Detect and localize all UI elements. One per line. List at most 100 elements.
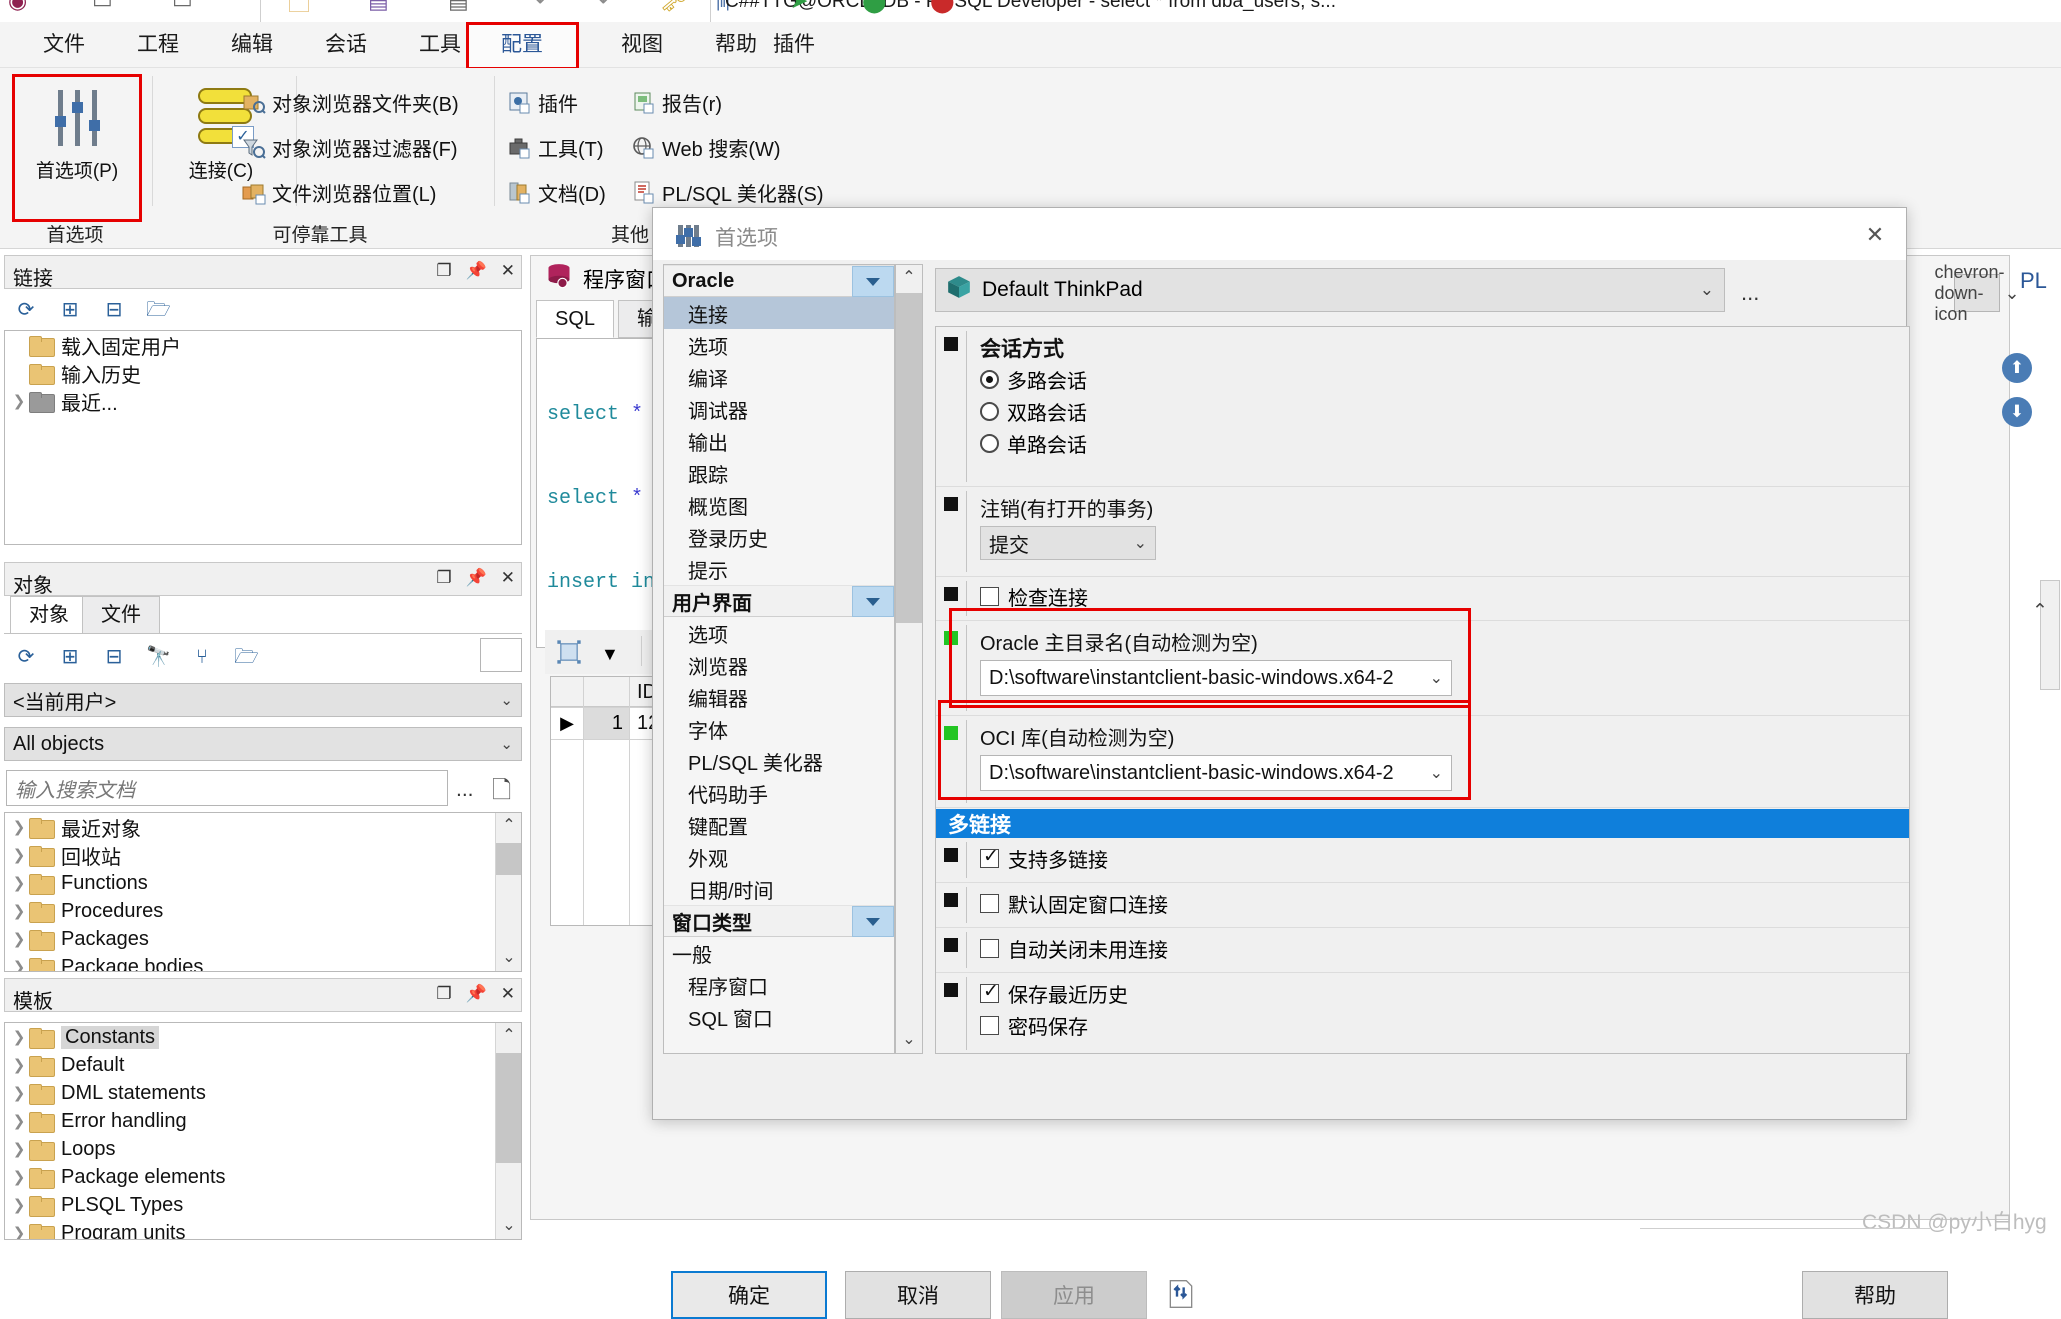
ribbon-web-search[interactable]: Web 搜索(W) — [632, 133, 781, 162]
qat-folder-icon[interactable]: 🗀 — [288, 0, 310, 22]
menu-configure[interactable]: 配置 — [466, 22, 578, 68]
nav-item-program-window[interactable]: 程序窗口 — [664, 969, 894, 1001]
nav-item-font[interactable]: 字体 — [664, 713, 894, 745]
chevron-right-icon[interactable]: ❯ — [9, 958, 29, 971]
checkbox-save-recent-history[interactable]: 保存最近历史 — [980, 977, 1899, 1009]
chevron-right-icon[interactable]: ❯ — [9, 1140, 29, 1158]
chevron-down-icon[interactable]: ▼ — [601, 644, 619, 665]
qat-run-icon[interactable]: ➤ — [790, 0, 808, 14]
radio-dual-session[interactable]: 双路会话 — [980, 395, 1899, 427]
tab-files[interactable]: 文件 — [82, 596, 160, 634]
connections-tree-item-0[interactable]: 载入固定用户 — [5, 331, 521, 359]
objects-search-input[interactable]: 输入搜索文档 — [6, 770, 448, 806]
nav-item-options[interactable]: 选项 — [664, 329, 894, 361]
templates-tree-item-0[interactable]: ❯ Constants — [5, 1023, 521, 1051]
ribbon-beautifier[interactable]: PL/SQL 美化器(S) — [632, 178, 824, 207]
nav-group-window-types-dropdown[interactable] — [852, 906, 894, 937]
chevron-right-icon[interactable]: ❯ — [9, 392, 29, 410]
menu-session[interactable]: 会话 — [300, 22, 392, 68]
checkbox-save-password[interactable]: 密码保存 — [980, 1009, 1899, 1041]
nav-group-oracle-dropdown[interactable] — [852, 266, 894, 297]
radio-single-session[interactable]: 单路会话 — [980, 427, 1899, 459]
nav-item-code-assistant[interactable]: 代码助手 — [664, 777, 894, 809]
nav-group-user-interface-dropdown[interactable] — [852, 586, 894, 617]
objects-tree-scrollbar[interactable]: ⌃ ⌄ — [495, 813, 521, 971]
objects-tree-item-0[interactable]: ❯ 最近对象 — [5, 813, 521, 841]
ribbon-file-browser-location[interactable]: 文件浏览器位置(L) — [242, 178, 436, 207]
chevron-right-icon[interactable]: ❯ — [9, 902, 29, 920]
chevron-right-icon[interactable]: ❯ — [9, 846, 29, 864]
preferences-nav-scrollbar[interactable]: ⌃ ⌄ — [895, 264, 923, 1054]
chevron-right-icon[interactable]: ❯ — [9, 930, 29, 948]
nav-item-ui-options[interactable]: 选项 — [664, 617, 894, 649]
checkbox-support-multi-connection[interactable]: 支持多链接 — [980, 842, 1899, 874]
scroll-thumb[interactable] — [496, 843, 521, 875]
preferences-nav-list[interactable]: Oracle 连接 选项 编译 调试器 输出 跟踪 概览图 登录历史 提示 用户… — [663, 264, 895, 1054]
nav-item-date-time[interactable]: 日期/时间 — [664, 873, 894, 905]
radio-multi-session[interactable]: 多路会话 — [980, 363, 1899, 395]
menu-plugins[interactable]: 插件 — [748, 22, 840, 68]
menu-project[interactable]: 工程 — [112, 22, 204, 68]
checkbox-auto-close-unused[interactable]: 自动关闭未用连接 — [980, 932, 1899, 964]
apply-button[interactable]: 应用 — [1001, 1271, 1147, 1319]
objects-tree[interactable]: ❯ 最近对象 ❯ 回收站 ❯ Functions ❯ Procedures ❯ Packa… — [4, 812, 522, 972]
qat-open-icon[interactable]: ▭ — [172, 0, 193, 14]
templates-tree-item-7[interactable]: ❯ Program units — [5, 1219, 521, 1239]
objects-tree-item-4[interactable]: ❯ Packages — [5, 925, 521, 953]
objects-tree-item-2[interactable]: ❯ Functions — [5, 869, 521, 897]
nav-item-hints[interactable]: 提示 — [664, 553, 894, 585]
filter-icon[interactable]: ⑂ — [190, 645, 214, 669]
qat-print-icon[interactable]: ▤ — [448, 0, 469, 14]
connections-tree-item-2[interactable]: ❯ 最近... — [5, 387, 521, 415]
connections-tree-item-1[interactable]: 输入历史 — [5, 359, 521, 387]
nav-item-beautifier[interactable]: PL/SQL 美化器 — [664, 745, 894, 777]
close-icon[interactable]: ✕ — [501, 985, 515, 1002]
chevron-right-icon[interactable]: ❯ — [9, 1168, 29, 1186]
new-folder-icon[interactable]: 🗁 — [234, 645, 259, 669]
pin-icon[interactable]: 📌 — [466, 569, 487, 586]
refresh-icon[interactable]: ⟳ — [14, 645, 38, 669]
chevron-right-icon[interactable]: ❯ — [9, 1056, 29, 1074]
cancel-button[interactable]: 取消 — [845, 1271, 991, 1319]
scroll-thumb[interactable] — [496, 1053, 521, 1163]
new-folder-icon[interactable]: 🗁 — [146, 298, 171, 322]
qat-redo-icon[interactable]: ↷ — [590, 0, 608, 14]
ribbon-document[interactable]: 文档(D) — [508, 178, 606, 207]
close-icon[interactable]: ✕ — [1858, 220, 1892, 250]
qat-save-icon[interactable]: ▤ — [368, 0, 389, 14]
menu-file[interactable]: 文件 — [18, 22, 110, 68]
templates-tree-item-4[interactable]: ❯ Loops — [5, 1135, 521, 1163]
scroll-down-icon[interactable]: ⌄ — [496, 945, 521, 971]
templates-tree-item-6[interactable]: ❯ PLSQL Types — [5, 1191, 521, 1219]
scroll-down-icon[interactable]: ⌄ — [896, 1027, 922, 1053]
refresh-icon[interactable]: ⟳ — [14, 298, 38, 322]
objects-tree-item-1[interactable]: ❯ 回收站 — [5, 841, 521, 869]
nav-item-connection[interactable]: 连接 — [664, 297, 894, 329]
qat-undo-icon[interactable]: ↶ — [535, 0, 553, 14]
templates-tree[interactable]: ❯ Constants ❯ Default ❯ DML statements ❯ Err… — [4, 1022, 522, 1240]
nav-item-general[interactable]: 一般 — [664, 937, 894, 969]
scroll-thumb[interactable] — [896, 293, 922, 623]
close-icon[interactable]: ✕ — [501, 569, 515, 586]
import-export-icon[interactable] — [1165, 1278, 1197, 1316]
tab-objects[interactable]: 对象 — [10, 596, 88, 634]
ribbon-report[interactable]: 报告(r) — [632, 88, 722, 117]
connections-tree[interactable]: 载入固定用户 输入历史 ❯ 最近... — [4, 330, 522, 545]
objects-search-more-button[interactable]: ... — [456, 778, 474, 802]
nav-item-debugger[interactable]: 调试器 — [664, 393, 894, 425]
templates-tree-item-3[interactable]: ❯ Error handling — [5, 1107, 521, 1135]
logoff-select[interactable]: 提交 ⌄ — [980, 526, 1156, 560]
scroll-up-icon[interactable]: ⌃ — [896, 265, 922, 291]
scroll-down-icon[interactable]: ⌄ — [496, 1213, 521, 1239]
ribbon-preferences-button[interactable]: 首选项(P) — [24, 78, 130, 183]
find-icon[interactable]: 🔭 — [146, 645, 171, 669]
pin-icon[interactable]: 📌 — [466, 262, 487, 279]
menu-edit[interactable]: 编辑 — [206, 22, 298, 68]
nav-item-editor[interactable]: 编辑器 — [664, 681, 894, 713]
tab-sql[interactable]: SQL — [536, 300, 615, 338]
restore-icon[interactable]: ❐ — [436, 569, 451, 586]
collapse-icon[interactable]: ⊟ — [102, 645, 126, 669]
arrow-up-circle-icon[interactable]: ⬆ — [2002, 353, 2032, 383]
select-all-icon[interactable] — [555, 638, 583, 672]
nav-item-overview[interactable]: 概览图 — [664, 489, 894, 521]
